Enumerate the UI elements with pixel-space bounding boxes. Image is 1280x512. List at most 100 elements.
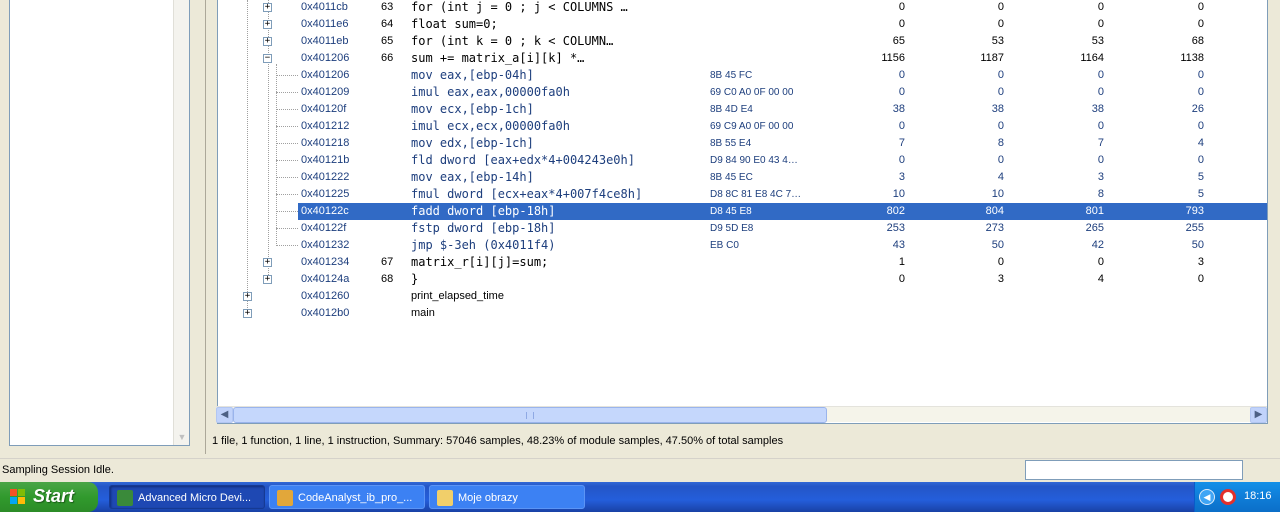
address: 0x4011e6	[301, 18, 349, 30]
samples-col-2: 53	[991, 35, 1004, 47]
samples-col-2: 0	[997, 256, 1004, 268]
taskbar: Start Advanced Micro Devi... CodeAnalyst_…	[0, 482, 1280, 512]
samples-col-2: 273	[985, 222, 1004, 234]
instruction-row[interactable]: 0x401209 imul eax,eax,00000fa0h 69 C0 A0 0…	[298, 84, 1267, 101]
left-pane: ▼	[0, 0, 204, 458]
horizontal-scrollbar[interactable]: ◀ ▶	[216, 406, 1267, 423]
tree-guide-line	[276, 75, 298, 76]
collapse-icon[interactable]: −	[263, 54, 272, 63]
tree-guide-line	[276, 177, 298, 178]
samples-col-1: 10	[892, 188, 905, 200]
samples-col-1: 1	[898, 256, 905, 268]
line-number: 67	[381, 256, 394, 268]
status-input-box[interactable]	[1025, 460, 1243, 480]
samples-col-3: 0	[1097, 1, 1104, 13]
expand-icon[interactable]: +	[263, 3, 272, 12]
samples-col-1: 43	[892, 239, 905, 251]
scroll-right-icon[interactable]: ▶	[1250, 407, 1267, 423]
windows-logo-icon	[10, 489, 27, 505]
status-text: Sampling Session Idle.	[2, 464, 114, 476]
expand-icon[interactable]: +	[263, 258, 272, 267]
instruction-row[interactable]: 0x401232 jmp $-3eh (0x4011f4) EB C0 43 50 42 5…	[298, 237, 1267, 254]
instruction-row[interactable]: 0x401225 fmul dword [ecx+eax*4+007f4ce8h]…	[298, 186, 1267, 203]
function-name: main	[411, 307, 435, 319]
source-line-row[interactable]: +0x4011cb 63 for (int j = 0 ; j < COLUMNS…	[218, 0, 1267, 16]
expand-icon[interactable]: +	[263, 37, 272, 46]
tree-guide-line	[276, 194, 298, 195]
function-row[interactable]: +0x401260 print_elapsed_time	[218, 288, 1267, 305]
expand-icon[interactable]: +	[243, 292, 252, 301]
start-button[interactable]: Start	[0, 482, 98, 512]
right-pane: +0x4011cb 63 for (int j = 0 ; j < COLUMNS…	[205, 0, 1280, 454]
instruction: imul ecx,ecx,00000fa0h	[411, 119, 570, 133]
source-line-row[interactable]: +0x4011eb 65 for (int k = 0 ; k < COLUMN……	[218, 33, 1267, 50]
line-number: 68	[381, 273, 394, 285]
tree-guide-line	[276, 92, 298, 93]
source-disassembly-grid[interactable]: +0x4011cb 63 for (int j = 0 ; j < COLUMNS…	[217, 0, 1268, 424]
source-code: }	[411, 272, 419, 286]
samples-col-4: 793	[1185, 205, 1204, 217]
address: 0x4012b0	[301, 307, 350, 319]
task-label: Advanced Micro Devi...	[138, 492, 252, 504]
samples-col-3: 3	[1097, 171, 1104, 183]
code-bytes: 8B 45 FC	[710, 70, 753, 81]
instruction: fstp dword [ebp-18h]	[411, 221, 556, 235]
expand-icon[interactable]: +	[263, 275, 272, 284]
function-row[interactable]: +0x4012b0 main	[218, 305, 1267, 322]
left-vertical-scrollbar[interactable]: ▼	[173, 0, 189, 445]
taskbar-button[interactable]: Advanced Micro Devi...	[109, 485, 265, 509]
tree-guide-line	[276, 228, 298, 229]
code-bytes: 8B 45 EC	[710, 172, 753, 183]
source-line-row[interactable]: +0x401234 67 matrix_r[i][j]=sum; 1 0 0 3	[218, 254, 1267, 271]
taskbar-button[interactable]: CodeAnalyst_ib_pro_...	[269, 485, 425, 509]
scroll-thumb[interactable]	[233, 407, 827, 423]
code-bytes: 8B 4D E4	[710, 104, 753, 115]
samples-col-1: 3	[898, 171, 905, 183]
samples-col-1: 253	[886, 222, 905, 234]
address: 0x4011eb	[301, 35, 349, 47]
line-number: 64	[381, 18, 394, 30]
instruction-row[interactable]: 0x40122c fadd dword [ebp-18h] D8 45 E8 802 8…	[298, 203, 1267, 220]
taskbar-button[interactable]: Moje obrazy	[429, 485, 585, 509]
source-line-row[interactable]: +0x40124a 68 } 0 3 4 0	[218, 271, 1267, 288]
source-line-row[interactable]: − 0x401206 66 sum += matrix_a[i][k] *… 1156…	[218, 50, 1267, 67]
scroll-left-icon[interactable]: ◀	[216, 407, 233, 423]
tray-app-icon[interactable]	[1220, 489, 1236, 505]
samples-col-4: 5	[1197, 171, 1204, 183]
samples-col-1: 0	[898, 69, 905, 81]
source-code: for (int k = 0 ; k < COLUMN…	[411, 34, 614, 48]
samples-col-2: 0	[997, 18, 1004, 30]
expand-icon[interactable]: +	[263, 20, 272, 29]
instruction-row[interactable]: 0x401218 mov edx,[ebp-1ch] 8B 55 E4 7 8 7 4	[298, 135, 1267, 152]
instruction: imul eax,eax,00000fa0h	[411, 85, 570, 99]
source-code: float sum=0;	[411, 17, 498, 31]
tree-guide-line	[276, 160, 298, 161]
instruction-row[interactable]: 0x40122f fstp dword [ebp-18h] D9 5D E8 253 2…	[298, 220, 1267, 237]
samples-col-4: 0	[1197, 1, 1204, 13]
samples-col-4: 0	[1197, 18, 1204, 30]
address: 0x401218	[301, 137, 350, 149]
instruction-row[interactable]: 0x401212 imul ecx,ecx,00000fa0h 69 C9 A0 0…	[298, 118, 1267, 135]
expand-icon[interactable]: +	[243, 309, 252, 318]
session-tree[interactable]: ▼	[9, 0, 190, 446]
line-number: 65	[381, 35, 394, 47]
show-hidden-icons-icon[interactable]: ◀	[1199, 489, 1215, 505]
address: 0x40122f	[301, 222, 347, 234]
code-bytes: D9 5D E8	[710, 223, 754, 234]
scroll-down-icon[interactable]: ▼	[176, 431, 188, 443]
samples-col-4: 5	[1197, 188, 1204, 200]
samples-col-2: 4	[997, 171, 1004, 183]
address: 0x4011cb	[301, 1, 348, 13]
address: 0x401260	[301, 290, 350, 302]
source-line-row[interactable]: +0x4011e6 64 float sum=0; 0 0 0 0	[218, 16, 1267, 33]
samples-col-2: 0	[997, 154, 1004, 166]
source-code: for (int j = 0 ; j < COLUMNS …	[411, 0, 628, 14]
selection-summary: 1 file, 1 function, 1 line, 1 instructio…	[212, 435, 784, 447]
instruction-row[interactable]: 0x40120f mov ecx,[ebp-1ch] 8B 4D E4 38 38 38 2…	[298, 101, 1267, 118]
samples-col-2: 3	[997, 273, 1004, 285]
instruction-row[interactable]: 0x40121b fld dword [eax+edx*4+004243e0h] D…	[298, 152, 1267, 169]
instruction-row[interactable]: 0x401206 mov eax,[ebp-04h] 8B 45 FC 0 0 0 0	[298, 67, 1267, 84]
instruction: mov edx,[ebp-1ch]	[411, 136, 534, 150]
instruction-row[interactable]: 0x401222 mov eax,[ebp-14h] 8B 45 EC 3 4 3 5	[298, 169, 1267, 186]
samples-col-2: 38	[991, 103, 1004, 115]
